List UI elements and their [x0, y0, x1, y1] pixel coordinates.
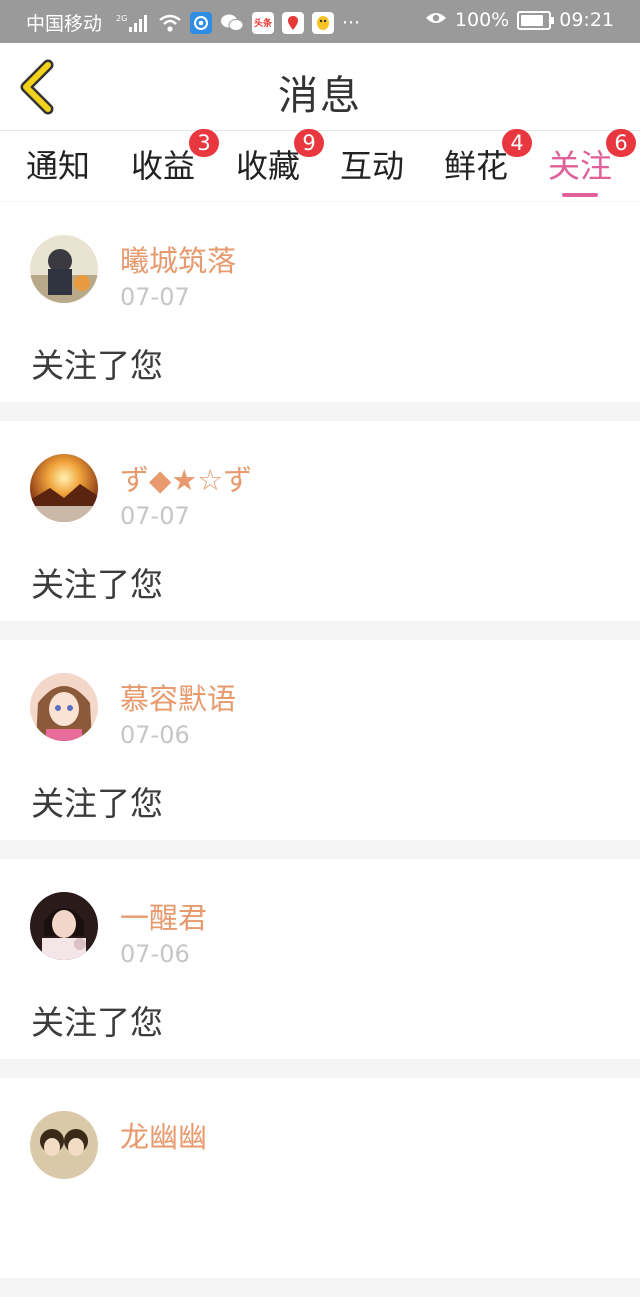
user-name[interactable]: 一醒君: [120, 895, 207, 937]
active-tab-indicator: [562, 193, 598, 197]
list-item[interactable]: 曦城筑落 07-07 关注了您: [0, 202, 640, 402]
avatar[interactable]: [30, 673, 98, 741]
tab-label: 互动: [340, 147, 405, 185]
tab-earnings[interactable]: 收益 3: [131, 129, 219, 201]
avatar[interactable]: [30, 1111, 98, 1179]
avatar[interactable]: [30, 892, 98, 960]
status-bar: 中国移动 2G 头条 ··· 100% 09:21: [0, 0, 640, 43]
badge-count: 4: [502, 129, 532, 157]
list-item[interactable]: 龙幽幽: [0, 1078, 640, 1278]
avatar[interactable]: [30, 454, 98, 522]
user-name[interactable]: 慕容默语: [120, 676, 236, 718]
list-item[interactable]: 慕容默语 07-06 关注了您: [0, 640, 640, 840]
map-app-icon: [282, 11, 305, 34]
toutiao-app-icon: 头条: [252, 11, 275, 34]
status-left: 中国移动 2G 头条 ···: [26, 9, 360, 36]
message-date: 07-07: [120, 502, 190, 530]
battery-percent: 100%: [454, 9, 510, 31]
wechat-icon: [220, 13, 244, 33]
header: 消息: [0, 43, 640, 131]
svg-text:2G: 2G: [116, 14, 127, 23]
list-item[interactable]: ず◆★☆ず 07-07 关注了您: [0, 421, 640, 621]
status-right: 100% 09:21: [417, 9, 614, 31]
signal-icon: 2G: [116, 13, 150, 33]
message-date: 07-06: [120, 940, 190, 968]
message-list: 曦城筑落 07-07 关注了您 ず◆★☆ず 07-07 关注了您 慕容默语 07…: [0, 202, 640, 1297]
tab-label: 关注: [548, 147, 613, 185]
tab-label: 收藏: [236, 147, 301, 185]
user-name[interactable]: 曦城筑落: [120, 238, 236, 280]
wifi-icon: [158, 13, 182, 33]
message-date: 07-07: [120, 283, 190, 311]
tab-label: 收益: [131, 147, 196, 185]
battery-level: [521, 14, 544, 26]
message-text: 关注了您: [31, 565, 163, 604]
tab-notifications[interactable]: 通知: [26, 141, 90, 201]
more-notifications-icon: ···: [342, 11, 361, 34]
message-text: 关注了您: [31, 784, 163, 823]
clock: 09:21: [559, 9, 614, 31]
avatar[interactable]: [30, 235, 98, 303]
camera-app-icon: [190, 11, 213, 34]
tab-label: 鲜花: [444, 147, 509, 185]
message-text: 关注了您: [31, 1003, 163, 1042]
carrier-label: 中国移动: [26, 13, 103, 35]
badge-count: 3: [189, 129, 219, 157]
message-date: 07-06: [120, 721, 190, 749]
tab-favorites[interactable]: 收藏 9: [236, 129, 324, 201]
tab-label: 通知: [26, 147, 91, 185]
message-text: 关注了您: [31, 346, 163, 385]
user-name[interactable]: 龙幽幽: [120, 1114, 207, 1156]
list-item[interactable]: 一醒君 07-06 关注了您: [0, 859, 640, 1059]
badge-count: 9: [294, 129, 324, 157]
badge-count: 6: [606, 129, 636, 157]
tab-bar: 通知 收益 3 收藏 9 互动 鲜花 4 关注 6: [0, 129, 640, 201]
tab-flowers[interactable]: 鲜花 4: [444, 129, 532, 201]
qq-app-icon: [312, 11, 335, 34]
page-title: 消息: [278, 73, 362, 119]
eye-comfort-icon: [425, 9, 447, 31]
tab-follows[interactable]: 关注 6: [548, 129, 636, 201]
battery-icon: [517, 10, 555, 30]
tab-interactions[interactable]: 互动: [340, 141, 404, 201]
user-name[interactable]: ず◆★☆ず: [120, 457, 252, 499]
